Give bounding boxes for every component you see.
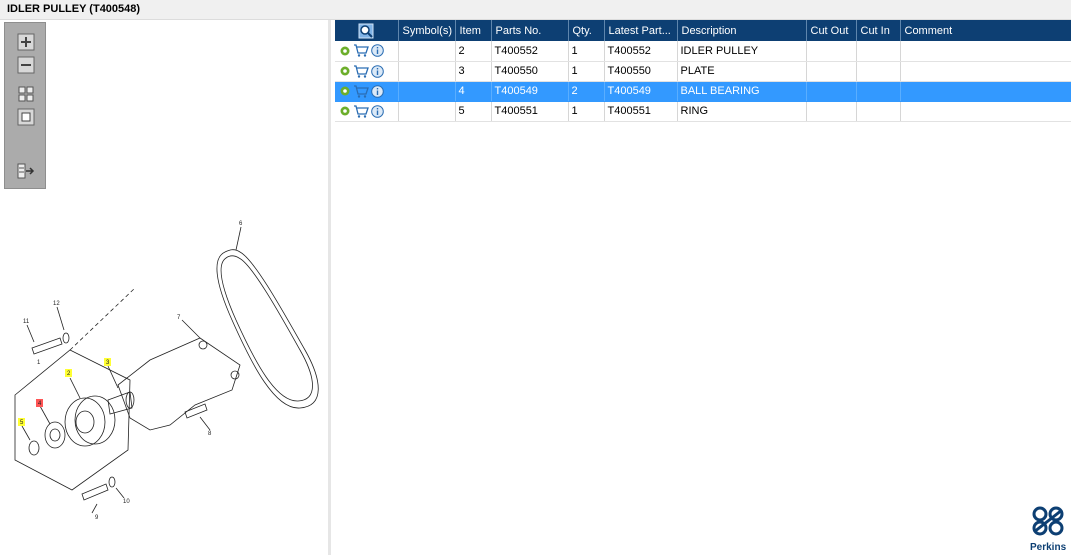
col-parts-no[interactable]: Parts No. — [491, 20, 569, 41]
cell-item: 5 — [455, 101, 492, 122]
cell-description: RING — [677, 101, 807, 122]
parts-list: Symbol(s) Item Parts No. Qty. Latest Par… — [335, 20, 1071, 122]
fit-page-icon[interactable] — [17, 108, 35, 126]
callout-9[interactable]: 9 — [95, 515, 99, 521]
cell-part-no: T400550 — [491, 61, 569, 82]
cell-description: BALL BEARING — [677, 81, 807, 102]
callout-11[interactable]: 11 — [23, 319, 30, 325]
info-icon[interactable] — [371, 84, 384, 98]
viewer-toolbar — [4, 22, 46, 189]
cell-cut-out — [806, 101, 857, 122]
title-bar: IDLER PULLEY (T400548) — [0, 0, 1071, 20]
col-qty[interactable]: Qty. — [568, 20, 605, 41]
preview-header[interactable] — [335, 20, 399, 41]
cell-latest-part: T400552 — [604, 41, 678, 62]
table-row[interactable]: 3 T400550 1 T400550 PLATE — [335, 61, 1071, 82]
cell-comment — [900, 81, 1071, 102]
parts-table: Symbol(s) Item Parts No. Qty. Latest Par… — [335, 20, 1071, 122]
illustration-pane: 1 2 3 4 5 6 7 8 9 10 11 12 — [0, 20, 331, 555]
table-row[interactable]: 5 T400551 1 T400551 RING — [335, 101, 1071, 122]
col-item[interactable]: Item — [455, 20, 492, 41]
export-icon[interactable] — [17, 162, 35, 180]
gear-icon[interactable] — [339, 65, 351, 77]
cell-part-no: T400552 — [491, 41, 569, 62]
cell-cut-out — [806, 41, 857, 62]
callout-12[interactable]: 12 — [53, 301, 60, 307]
col-latest-part[interactable]: Latest Part... — [604, 20, 678, 41]
callout-8[interactable]: 8 — [208, 431, 212, 437]
col-cut-in[interactable]: Cut In — [856, 20, 901, 41]
info-icon[interactable] — [371, 64, 384, 78]
cell-comment — [900, 101, 1071, 122]
callout-1[interactable]: 1 — [37, 360, 41, 366]
info-icon[interactable] — [371, 104, 384, 118]
cell-part-no: T400549 — [491, 81, 569, 102]
page-title: IDLER PULLEY (T400548) — [7, 3, 141, 15]
cell-cut-in — [856, 61, 901, 82]
fit-all-icon[interactable] — [17, 85, 35, 103]
col-description[interactable]: Description — [677, 20, 807, 41]
row-actions — [335, 101, 399, 122]
cart-icon[interactable] — [353, 104, 369, 118]
cell-symbols — [398, 81, 456, 102]
cell-cut-out — [806, 61, 857, 82]
cell-comment — [900, 61, 1071, 82]
cell-qty: 2 — [568, 81, 605, 102]
exploded-parts-diagram: 1 2 3 4 5 6 7 8 9 10 11 12 — [14, 221, 319, 521]
callout-10[interactable]: 10 — [123, 499, 130, 505]
gear-icon[interactable] — [339, 105, 351, 117]
cell-cut-in — [856, 41, 901, 62]
cell-symbols — [398, 41, 456, 62]
col-cut-out[interactable]: Cut Out — [806, 20, 857, 41]
cart-icon[interactable] — [353, 84, 369, 98]
row-actions — [335, 41, 399, 62]
cell-qty: 1 — [568, 101, 605, 122]
cell-part-no: T400551 — [491, 101, 569, 122]
cell-item: 4 — [455, 81, 492, 102]
cart-icon[interactable] — [353, 44, 369, 57]
col-comment[interactable]: Comment — [900, 20, 1071, 41]
zoom-in-icon[interactable] — [17, 33, 35, 51]
table-header: Symbol(s) Item Parts No. Qty. Latest Par… — [335, 20, 1071, 41]
callout-7[interactable]: 7 — [177, 315, 181, 321]
cell-latest-part: T400551 — [604, 101, 678, 122]
cell-item: 2 — [455, 41, 492, 62]
cell-item: 3 — [455, 61, 492, 82]
cell-qty: 1 — [568, 41, 605, 62]
row-actions — [335, 81, 399, 102]
gear-icon[interactable] — [339, 45, 351, 57]
info-icon[interactable] — [371, 44, 384, 58]
row-actions — [335, 61, 399, 82]
cell-latest-part: T400549 — [604, 81, 678, 102]
magnify-icon[interactable] — [358, 23, 374, 39]
cell-cut-in — [856, 81, 901, 102]
cell-symbols — [398, 101, 456, 122]
table-row[interactable]: 4 T400549 2 T400549 BALL BEARING — [335, 81, 1071, 102]
cell-cut-in — [856, 101, 901, 122]
callout-6[interactable]: 6 — [239, 221, 243, 227]
zoom-out-icon[interactable] — [17, 56, 35, 74]
cart-icon[interactable] — [353, 64, 369, 78]
cell-qty: 1 — [568, 61, 605, 82]
table-row[interactable]: 2 T400552 1 T400552 IDLER PULLEY — [335, 41, 1071, 62]
cell-description: PLATE — [677, 61, 807, 82]
cell-comment — [900, 41, 1071, 62]
logo-text: Perkins — [1030, 542, 1067, 553]
cell-description: IDLER PULLEY — [677, 41, 807, 62]
cell-cut-out — [806, 81, 857, 102]
col-symbols[interactable]: Symbol(s) — [398, 20, 456, 41]
cell-symbols — [398, 61, 456, 82]
gear-icon[interactable] — [339, 85, 351, 97]
cell-latest-part: T400550 — [604, 61, 678, 82]
